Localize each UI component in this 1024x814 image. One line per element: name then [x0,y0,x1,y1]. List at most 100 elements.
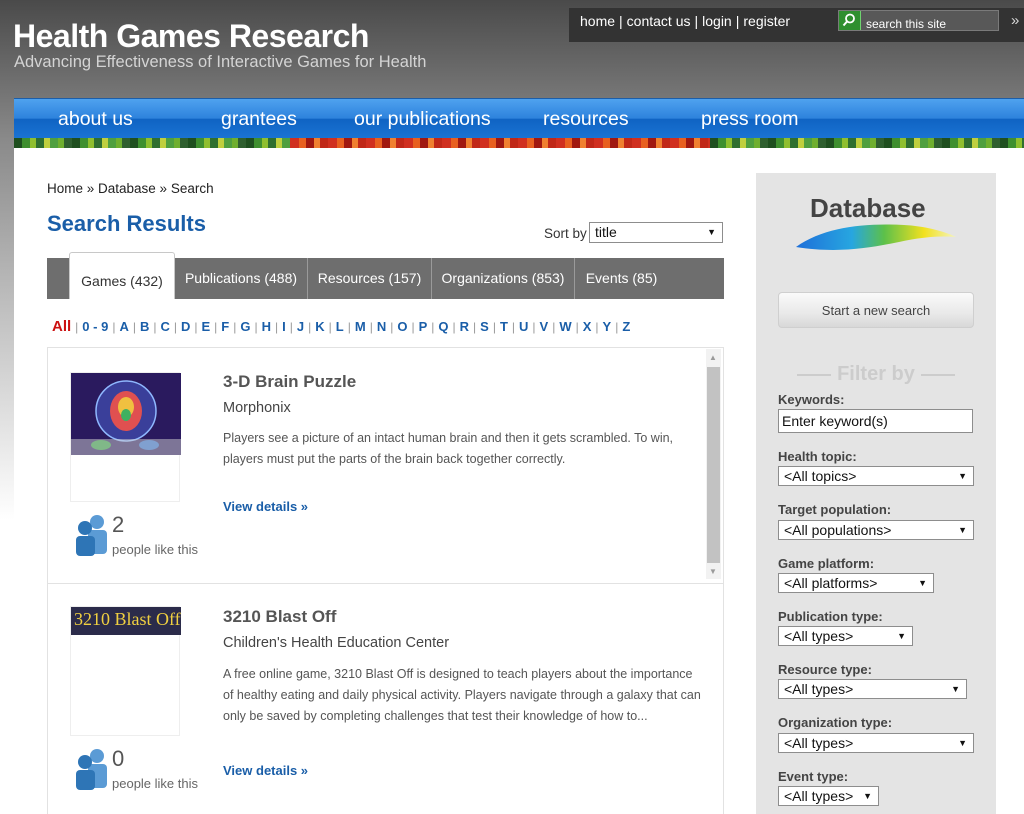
alpha-filter-letter[interactable]: J [297,319,304,334]
resource-type-select[interactable]: <All types> ▼ [778,679,967,699]
login-link[interactable]: login [702,13,732,29]
alpha-filter-letter[interactable]: I [282,319,286,334]
breadcrumb[interactable]: Home » Database » Search [47,181,214,196]
result-organization: Children's Health Education Center [223,635,450,651]
results-scrollbar[interactable]: ▲ ▼ [706,349,721,579]
alpha-filter-letter[interactable]: N [377,319,386,334]
sort-select[interactable]: title ▼ [589,222,723,243]
alpha-filter-letter[interactable]: L [336,319,344,334]
tab-organizations[interactable]: Organizations (853) [431,258,574,299]
health-topic-select[interactable]: <All topics> ▼ [778,466,974,486]
separator: | [369,320,373,334]
alpha-filter-letter[interactable]: F [221,319,229,334]
site-title[interactable]: Health Games Research [13,18,369,55]
nav-grantees[interactable]: grantees [221,108,297,131]
event-type-select[interactable]: <All types> ▼ [778,786,879,806]
expand-icon[interactable]: » [1011,12,1019,29]
like-count: 2 [112,512,125,537]
tab-games[interactable]: Games (432) [69,252,175,299]
scrollbar-thumb[interactable] [707,367,720,563]
result-organization: Morphonix [223,400,291,416]
separator: | [390,320,394,334]
tab-events[interactable]: Events (85) [574,258,668,299]
dropdown-arrow-icon: ▼ [958,525,967,535]
separator: | [289,320,293,334]
brain-puzzle-thumbnail[interactable] [71,373,181,455]
blast-off-thumbnail[interactable]: 3210 Blast Off [71,607,181,635]
game-platform-label: Game platform: [778,556,875,571]
sort-label: Sort by [544,226,587,241]
separator: | [75,320,79,334]
alphabet-filter: All | 0 - 9 | A | B | C | D | E | F | G | H | I | J | K | L | M | N | O |… [52,318,630,335]
alpha-filter-letter[interactable]: C [160,319,169,334]
alpha-filter-letter[interactable]: K [315,319,324,334]
alpha-filter-letter[interactable]: A [119,319,128,334]
publication-type-select[interactable]: <All types> ▼ [778,626,913,646]
nav-about-us[interactable]: about us [58,108,133,131]
tab-resources[interactable]: Resources (157) [307,258,431,299]
keywords-input[interactable] [778,409,973,433]
result-description: Players see a picture of an intact human… [223,431,674,466]
separator: | [452,320,456,334]
alpha-filter-letter[interactable]: D [181,319,190,334]
alpha-filter-letter[interactable]: Z [622,319,630,334]
like-label: people like this [112,776,198,791]
alpha-filter-letter[interactable]: T [500,319,508,334]
alpha-filter-letter[interactable]: M [355,319,366,334]
result-title[interactable]: 3-D Brain Puzzle [223,372,356,392]
divider [920,373,955,376]
alpha-filter-letter[interactable]: E [202,319,211,334]
people-icon [76,515,107,556]
game-platform-select[interactable]: <All platforms> ▼ [778,573,934,593]
alpha-filter-letter[interactable]: S [480,319,489,334]
separator: | [575,320,579,334]
result-title[interactable]: 3210 Blast Off [223,607,336,627]
page-title: Search Results [47,211,206,236]
alpha-filter-letter[interactable]: R [460,319,469,334]
scroll-up-icon[interactable]: ▲ [709,353,717,362]
separator: | [552,320,556,334]
alpha-filter-letter[interactable]: Q [438,319,448,334]
organization-type-select[interactable]: <All types> ▼ [778,733,974,753]
dropdown-arrow-icon: ▼ [951,684,960,694]
result-tabs: Games (432) Publications (488) Resources… [47,252,724,299]
main-nav: about us grantees our publications resou… [14,98,1024,138]
alpha-filter-letter[interactable]: All [52,318,71,335]
alpha-filter-letter[interactable]: X [583,319,592,334]
alpha-filter-letter[interactable]: B [140,319,149,334]
alpha-filter-letter[interactable]: 0 - 9 [82,319,108,334]
separator: | [275,320,279,334]
dropdown-arrow-icon: ▼ [707,227,716,237]
alpha-filter-letter[interactable]: H [262,319,271,334]
alpha-filter-letter[interactable]: V [540,319,549,334]
separator: | [532,320,536,334]
alpha-filter-letter[interactable]: P [419,319,428,334]
search-button[interactable] [839,11,861,30]
tab-publications[interactable]: Publications (488) [175,258,307,299]
contact-us-link[interactable]: contact us [627,13,691,29]
start-new-search-button[interactable]: Start a new search [778,292,974,328]
event-type-label: Event type: [778,769,849,784]
separator: | [112,320,116,334]
alpha-filter-letter[interactable]: O [397,319,407,334]
nav-resources[interactable]: resources [543,108,629,131]
organization-type-label: Organization type: [778,715,893,730]
nav-press-room[interactable]: press room [701,108,799,131]
alpha-filter-letter[interactable]: U [519,319,528,334]
scroll-down-icon[interactable]: ▼ [709,567,717,576]
target-population-select[interactable]: <All populations> ▼ [778,520,974,540]
search-icon [842,13,855,27]
keywords-label: Keywords: [778,392,845,407]
separator: | [511,320,516,334]
register-link[interactable]: register [743,13,790,29]
rainbow-swoosh-icon [796,224,956,250]
alpha-filter-letter[interactable]: Y [603,319,612,334]
alpha-filter-letter[interactable]: W [559,319,571,334]
home-link[interactable]: home [580,13,615,29]
view-details-link[interactable]: View details » [223,763,308,778]
nav-our-publications[interactable]: our publications [354,108,491,131]
select-value: <All types> [784,681,854,697]
alpha-filter-letter[interactable]: G [240,319,250,334]
view-details-link[interactable]: View details » [223,499,308,514]
site-search-input[interactable]: search this site [838,10,999,31]
